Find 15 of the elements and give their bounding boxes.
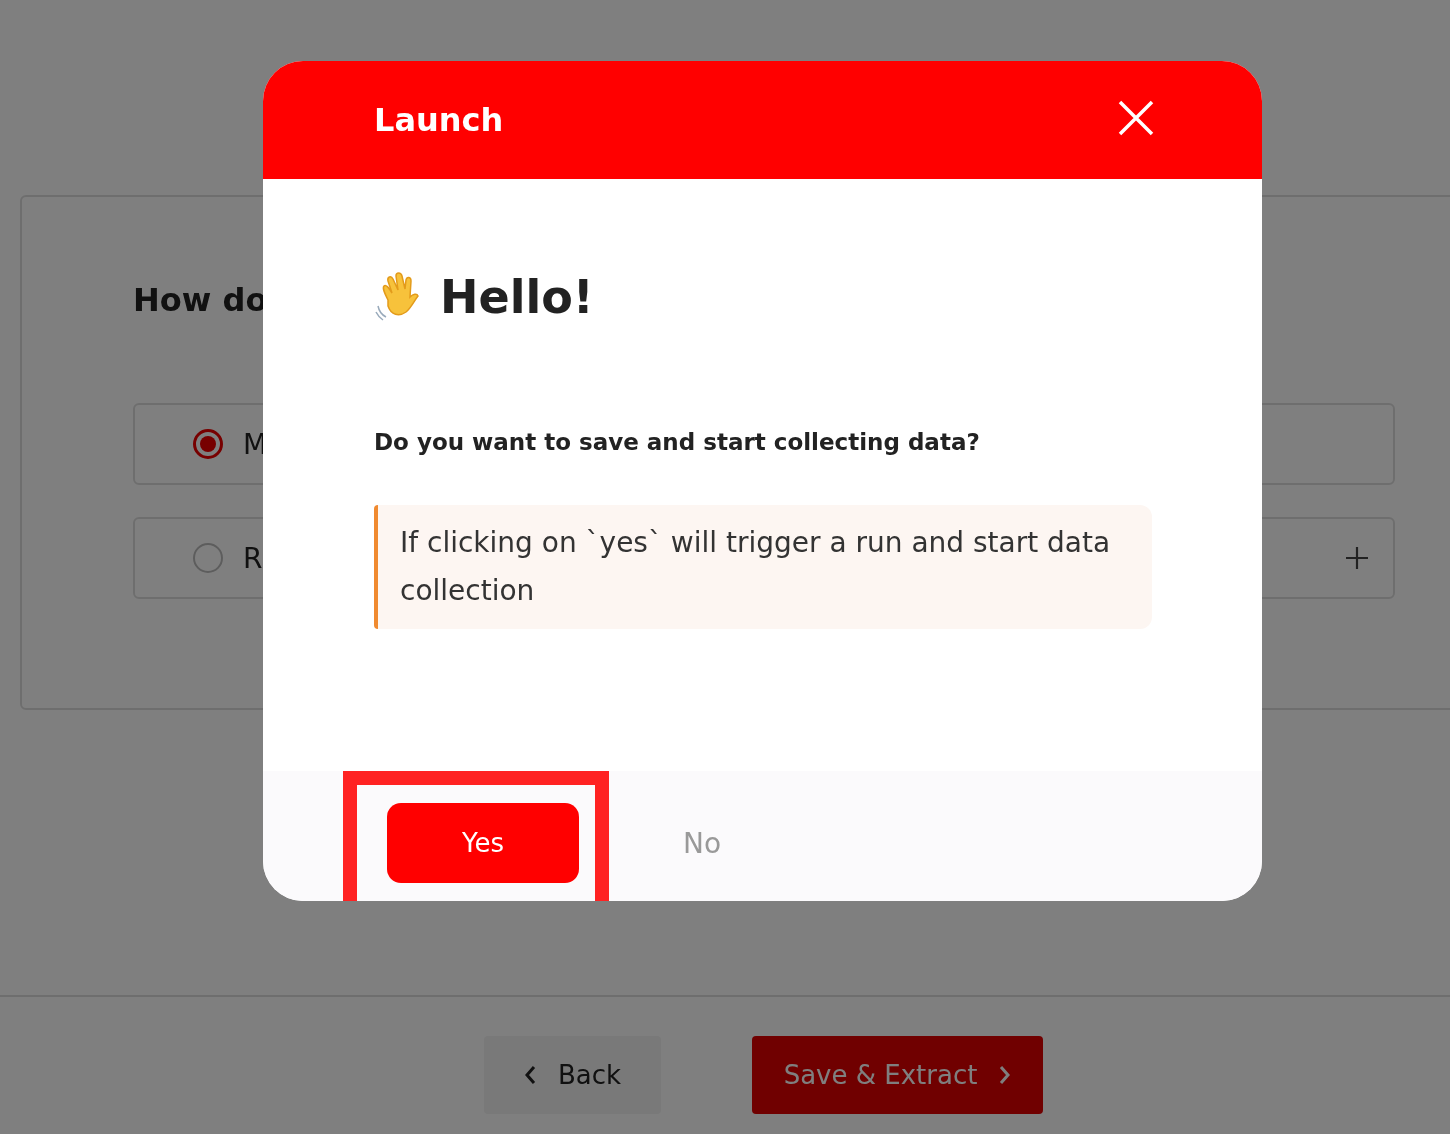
greeting: Hello! bbox=[440, 270, 594, 324]
radio-button[interactable] bbox=[193, 429, 223, 459]
note-text: If clicking on `yes` will trigger a run and start data collection bbox=[400, 526, 1111, 607]
plus-icon[interactable] bbox=[1345, 546, 1369, 570]
save-extract-button[interactable]: Save & Extract bbox=[752, 1036, 1043, 1114]
option-label: R bbox=[243, 541, 263, 575]
back-button[interactable]: Back bbox=[484, 1036, 661, 1114]
radio-button[interactable] bbox=[193, 543, 223, 573]
dialog-question: Do you want to save and start collecting data? bbox=[374, 429, 981, 455]
no-button[interactable]: No bbox=[683, 826, 722, 860]
close-icon[interactable] bbox=[1118, 100, 1154, 136]
chevron-right-icon bbox=[999, 1065, 1012, 1085]
chevron-left-icon bbox=[523, 1065, 536, 1085]
dialog-title: Launch bbox=[374, 101, 504, 139]
yes-button[interactable]: Yes bbox=[387, 803, 579, 883]
